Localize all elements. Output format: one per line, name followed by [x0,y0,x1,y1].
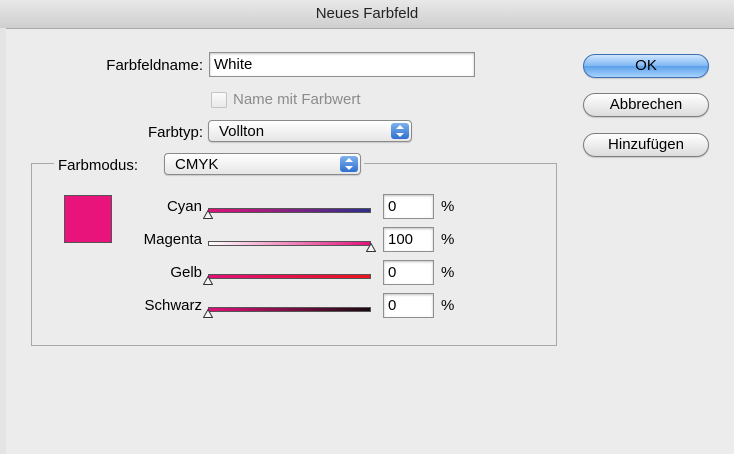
ok-button[interactable]: OK [583,54,709,78]
slider-label: Magenta [143,231,202,248]
name-with-value-checkbox[interactable] [211,92,227,108]
slider-value-input[interactable] [383,260,434,285]
percent-unit: % [441,231,455,248]
color-type-popup[interactable]: Vollton [208,120,412,142]
slider-thumb-icon[interactable] [365,239,377,256]
slider-label: Schwarz [144,297,202,314]
percent-unit: % [441,297,455,314]
color-mode-value: CMYK [175,156,219,173]
slider-track[interactable] [208,274,371,279]
slider-label: Cyan [166,198,202,215]
slider-track[interactable] [208,208,371,213]
window-title: Neues Farbfeld [315,5,419,22]
percent-unit: % [441,198,455,215]
color-mode-group [31,163,557,346]
color-type-value: Vollton [219,123,265,140]
slider-thumb-icon[interactable] [202,272,214,289]
window-edge [0,28,6,454]
title-bar: Neues Farbfeld [0,0,734,29]
slider-value-input[interactable] [383,293,434,318]
slider-track[interactable] [208,241,371,246]
color-type-label: Farbtyp: [147,124,203,141]
percent-unit: % [441,264,455,281]
slider-thumb-icon[interactable] [202,206,214,223]
color-swatch-preview [64,195,112,243]
slider-label: Gelb [170,264,202,281]
color-mode-popup[interactable]: CMYK [164,153,361,175]
popup-arrows-icon [391,123,409,139]
cancel-button[interactable]: Abbrechen [583,93,709,117]
swatch-name-input[interactable] [209,52,475,77]
slider-thumb-icon[interactable] [202,305,214,322]
color-mode-label: Farbmodus: [58,157,139,174]
popup-arrows-icon [340,156,358,172]
slider-track[interactable] [208,307,371,312]
slider-value-input[interactable] [383,227,434,252]
slider-value-input[interactable] [383,194,434,219]
swatch-name-label: Farbfeldname: [106,57,203,74]
add-button[interactable]: Hinzufügen [583,133,709,157]
name-with-value-label: Name mit Farbwert [233,91,361,108]
